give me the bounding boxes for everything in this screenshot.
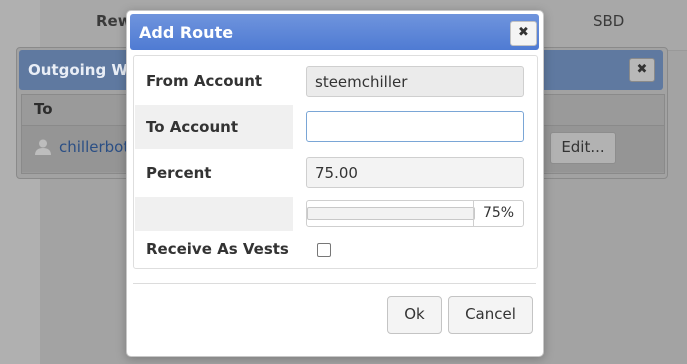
column-header-to: To <box>34 100 53 118</box>
cancel-button[interactable]: Cancel <box>448 296 533 334</box>
user-icon <box>35 139 51 155</box>
percent-label: Percent <box>146 164 212 182</box>
from-account-row: From Account steemchiller <box>135 57 536 105</box>
dialog-titlebar: Add Route ✖ <box>130 14 539 50</box>
close-icon: ✖ <box>518 25 529 40</box>
dialog-title: Add Route <box>139 23 234 42</box>
footer-divider <box>133 283 536 284</box>
route-account-link[interactable]: chillerbot <box>59 138 129 156</box>
slider-value: 75% <box>473 201 523 226</box>
to-account-input[interactable] <box>306 111 524 142</box>
receive-as-vests-row: Receive As Vests <box>135 231 536 267</box>
slider-track[interactable] <box>307 207 475 220</box>
edit-route-button[interactable]: Edit... <box>550 132 616 164</box>
percent-input[interactable] <box>306 157 524 188</box>
receive-as-vests-checkbox[interactable] <box>317 243 331 257</box>
slider-row-spacer <box>135 197 293 231</box>
reward-value: SBD <box>593 12 625 30</box>
from-account-label: From Account <box>146 72 263 90</box>
from-account-field: steemchiller <box>306 66 524 97</box>
ok-button[interactable]: Ok <box>387 296 442 334</box>
outgoing-window-close-button[interactable]: ✖ <box>629 58 655 82</box>
percent-slider-row: 75% <box>135 197 536 231</box>
percent-slider[interactable]: 75% <box>306 200 524 227</box>
route-form: From Account steemchiller To Account Per… <box>133 55 538 269</box>
to-account-row: To Account <box>135 105 536 149</box>
to-account-label: To Account <box>135 105 293 149</box>
add-route-dialog: Add Route ✖ From Account steemchiller To… <box>126 10 544 357</box>
dialog-close-button[interactable]: ✖ <box>510 21 537 46</box>
close-icon: ✖ <box>636 62 648 77</box>
receive-as-vests-label: Receive As Vests <box>146 240 289 258</box>
percent-row: Percent <box>135 149 536 197</box>
outgoing-window-title: Outgoing W <box>28 61 128 79</box>
